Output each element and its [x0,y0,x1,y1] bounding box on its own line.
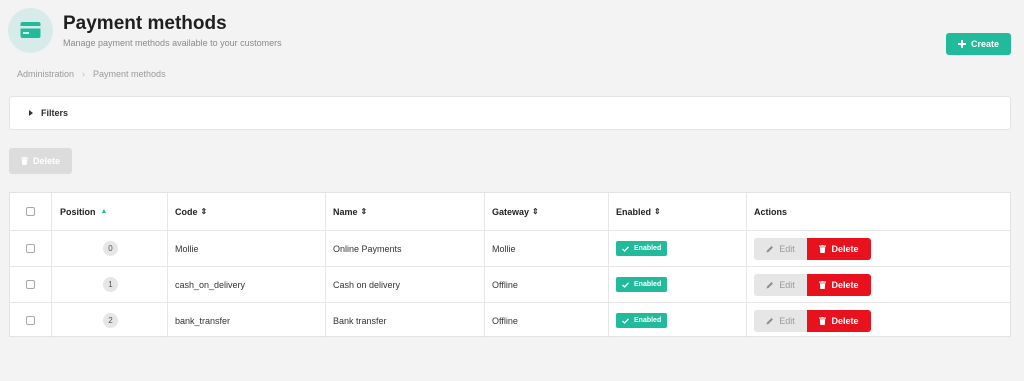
sort-icon: ⇕ [532,207,539,216]
table-row: 1 cash_on_delivery Cash on delivery Offl… [10,267,1010,303]
credit-card-icon [8,8,53,53]
column-header-position[interactable]: Position ▲ [52,193,168,230]
column-header-actions: Actions [754,206,788,217]
sort-icon: ⇕ [200,207,208,216]
position-badge: 2 [103,313,118,328]
gateway-cell: Offline [485,303,609,338]
table-header-row: Position ▲ Code ⇕ Name ⇕ Gateway ⇕ Enabled ⇕ … [10,193,1010,231]
gateway-cell: Mollie [485,231,609,266]
position-badge: 0 [103,241,118,256]
delete-button[interactable]: Delete [807,273,871,296]
row-checkbox[interactable] [26,280,35,289]
create-button-label: Create [970,39,999,49]
enabled-badge: Enabled [616,313,668,328]
page-header: Payment methods Manage payment methods a… [0,0,1024,64]
select-all-cell [10,193,52,230]
delete-button[interactable]: Delete [807,309,871,332]
column-header-gateway[interactable]: Gateway ⇕ [485,193,609,230]
bulk-delete-button[interactable]: Delete [9,148,72,174]
name-cell: Cash on delivery [326,267,485,302]
table-row: 0 Mollie Online Payments Mollie Enabled … [10,231,1010,267]
breadcrumb-item-payment-methods: Payment methods [93,69,166,79]
pencil-icon [766,317,774,324]
trash-icon [819,244,827,253]
column-header-enabled[interactable]: Enabled ⇕ [609,193,747,230]
bulk-delete-label: Delete [32,156,60,166]
breadcrumb: Administration › Payment methods [17,69,166,79]
edit-button[interactable]: Edit [754,237,807,260]
pencil-icon [766,245,774,252]
table-row: 2 bank_transfer Bank transfer Offline En… [10,303,1010,338]
sort-icon: ⇕ [654,207,661,216]
edit-button[interactable]: Edit [754,273,807,296]
sort-icon: ⇕ [360,207,368,216]
code-cell: Mollie [168,231,326,266]
check-icon [622,281,629,288]
caret-right-icon [29,110,33,116]
gateway-cell: Offline [485,267,609,302]
trash-icon [819,280,827,289]
plus-icon [957,40,966,48]
column-header-name[interactable]: Name ⇕ [326,193,485,230]
create-button[interactable]: Create [946,33,1011,55]
select-all-checkbox[interactable] [26,207,35,216]
trash-icon [20,157,28,165]
filters-panel[interactable]: Filters [9,96,1011,130]
code-cell: cash_on_delivery [168,267,326,302]
breadcrumb-item-administration[interactable]: Administration [17,69,74,79]
code-cell: bank_transfer [168,303,326,338]
delete-button[interactable]: Delete [807,237,871,260]
chevron-right-icon: › [82,69,86,79]
page-subtitle: Manage payment methods available to your… [63,38,282,48]
page-title: Payment methods [63,13,227,34]
enabled-badge: Enabled [616,277,668,292]
edit-button[interactable]: Edit [754,309,807,332]
filters-label: Filters [41,108,69,118]
check-icon [622,317,629,324]
name-cell: Online Payments [326,231,485,266]
position-badge: 1 [103,277,118,292]
row-checkbox[interactable] [26,244,35,253]
payment-methods-table: Position ▲ Code ⇕ Name ⇕ Gateway ⇕ Enabled ⇕ … [9,192,1011,338]
enabled-badge: Enabled [616,241,668,256]
name-cell: Bank transfer [326,303,485,338]
trash-icon [819,316,827,325]
sort-asc-icon: ▲ [100,208,108,215]
column-header-code[interactable]: Code ⇕ [168,193,326,230]
pencil-icon [766,281,774,288]
row-checkbox[interactable] [26,316,35,325]
check-icon [622,245,629,252]
